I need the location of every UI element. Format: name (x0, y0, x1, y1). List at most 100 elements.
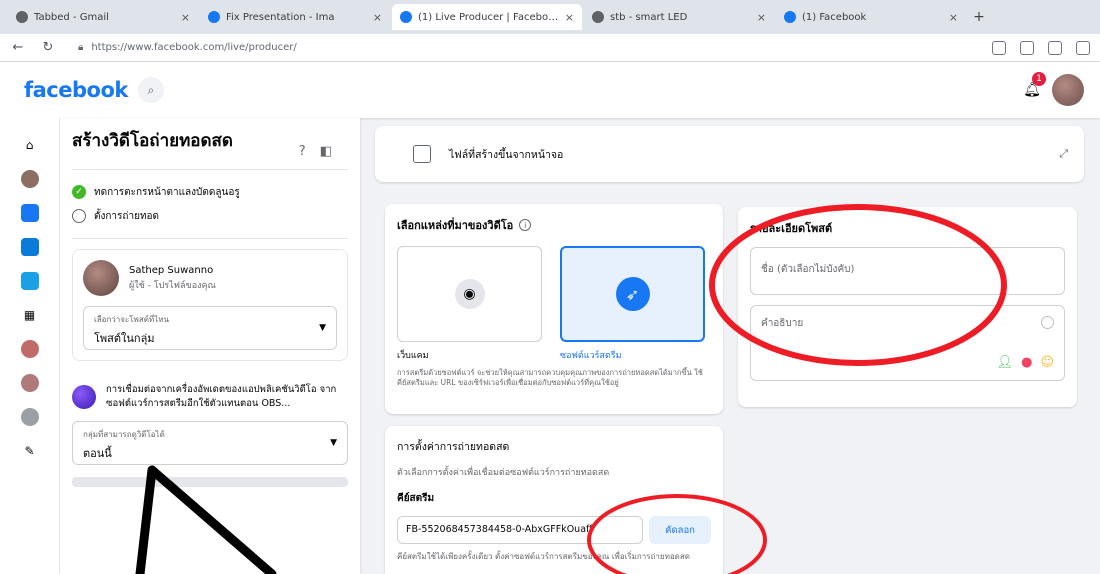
home-icon[interactable]: ⌂ (21, 136, 39, 154)
group-shortcut-icon[interactable] (20, 374, 39, 392)
shortcut-rail: ⌂ ▦ ✎ (0, 118, 60, 574)
select-value: ตอนนี้ (83, 447, 112, 460)
post-attachments: 👤︎ ● ☺ (997, 355, 1054, 370)
new-tab-button[interactable]: + (968, 9, 990, 25)
webcam-option-label: เว็บแคม (397, 351, 429, 361)
back-arrow-icon[interactable]: ← (10, 40, 26, 55)
notifications-bell-icon[interactable]: 🔔︎ 1 (1018, 72, 1046, 104)
tag-people-icon[interactable]: 👤︎ (997, 355, 1014, 370)
user-row: Sathep Suwanno ผู้ใช้ - โปรไฟล์ของคุณ (83, 260, 337, 296)
select-label: กลุ่มที่สามารถดูวิดีโอได้ (83, 430, 165, 439)
step-item-pending[interactable]: ตั้งการถ่ายทอด (72, 204, 348, 228)
copy-button[interactable]: คัดลอก (649, 516, 711, 544)
screen-icon (413, 145, 431, 163)
webcam-option[interactable]: ◉ (397, 246, 542, 342)
reload-icon[interactable]: ↻ (40, 40, 56, 55)
help-icon[interactable]: ? (299, 144, 306, 159)
audience-select[interactable]: กลุ่มที่สามารถดูวิดีโอได้ ตอนนี้ ▼ (72, 421, 348, 465)
close-tab-icon[interactable]: × (949, 11, 958, 24)
description-placeholder: คำอธิบาย (761, 318, 804, 329)
stream-setup-subtitle: ตัวเลือกการตั้งค่าเพื่อเชื่อมต่อซอฟต์แวร… (397, 468, 610, 478)
video-source-card: เลือกแหล่งที่มาของวิดีโอ i ◉ ➶ เว็บแคม ซอ… (385, 204, 723, 414)
groups-icon[interactable] (20, 238, 39, 256)
browser-tab[interactable]: Fix Presentation - Ima × (200, 4, 390, 30)
title-input[interactable]: ชื่อ (ตัวเลือกไม่บังคับ) (750, 247, 1065, 295)
info-icon[interactable]: i (519, 219, 532, 231)
user-subtitle: ผู้ใช้ - โปรไฟล์ของคุณ (129, 281, 216, 291)
post-destination-box: Sathep Suwanno ผู้ใช้ - โปรไฟล์ของคุณ เล… (72, 249, 348, 361)
tab-label: (1) Facebook (802, 11, 867, 23)
apps-grid-icon[interactable]: ▦ (21, 306, 39, 324)
step-item-complete[interactable]: ✓ ทดการตะกรหน้าตาแลงบัตดลูนอรู (72, 180, 348, 204)
video-source-options: ◉ ➶ (397, 246, 711, 342)
stream-setup-card: การตั้งค่าการถ่ายทอดสด ตัวเลือกการตั้งค่… (385, 426, 723, 574)
account-avatar[interactable] (1052, 74, 1084, 106)
group-shortcut-icon[interactable] (20, 408, 39, 426)
url-field[interactable]: 🔒︎ https://www.facebook.com/live/produce… (70, 38, 978, 58)
step-label: ทดการตะกรหน้าตาแลงบัตดลูนอรู (94, 186, 240, 198)
panel-header: สร้างวิดีโอถ่ายทอดสด ? ◧ (72, 130, 348, 159)
tab-favicon-icon (208, 11, 220, 23)
user-name: Sathep Suwanno (129, 265, 214, 276)
close-tab-icon[interactable]: × (373, 11, 382, 24)
chevron-down-icon: ▼ (319, 323, 326, 333)
group-shortcut-icon[interactable] (20, 340, 39, 358)
notification-badge: 1 (1032, 72, 1046, 86)
facebook-header: facebook ⌕ 🔔︎ 1 (0, 62, 1100, 118)
tab-favicon-icon (784, 11, 796, 23)
facebook-logo[interactable]: facebook (24, 78, 128, 102)
profile-icon[interactable] (1076, 40, 1090, 55)
browser-tab[interactable]: stb - smart LED × (584, 4, 774, 30)
feeling-icon[interactable]: ☺ (1040, 355, 1054, 370)
tab-favicon-icon (400, 11, 412, 23)
streaming-help-text: การสตรีมด้วยซอฟต์แวร์ จะช่วยให้คุณสามารถ… (397, 368, 703, 387)
close-tab-icon[interactable]: × (565, 11, 574, 24)
step-label: ตั้งการถ่ายทอด (94, 210, 160, 222)
divider (72, 477, 348, 487)
stream-source-row[interactable]: การเชื่อมต่อจากเครื่องอัพเดตของแอปพลิเคช… (72, 383, 348, 411)
lock-icon: 🔒︎ (78, 42, 84, 53)
description-input[interactable]: คำอธิบาย 👤︎ ● ☺ (750, 305, 1065, 381)
tab-label: stb - smart LED (610, 11, 688, 23)
streaming-software-option-label: ซอฟต์แวร์สตรีม (560, 351, 622, 361)
gaming-icon[interactable] (20, 272, 39, 290)
post-details-title: รายละเอียดโพสต์ (750, 222, 833, 235)
tab-label: Tabbed - Gmail (34, 11, 109, 23)
close-tab-icon[interactable]: × (181, 11, 190, 24)
card-title: เลือกแหล่งที่มาของวิดีโอ i (397, 216, 711, 234)
emoji-icon[interactable] (1041, 316, 1054, 329)
screen-info-bar: ไฟล์ที่สร้างขึ้นจากหน้าจอ ⤢ (375, 126, 1084, 182)
browser-tab[interactable]: Tabbed - Gmail × (8, 4, 198, 30)
favorites-icon[interactable] (1020, 40, 1034, 55)
url-text: https://www.facebook.com/live/producer/ (91, 42, 297, 53)
panel-header-actions: ? ◧ (299, 130, 348, 159)
collections-icon[interactable] (1048, 40, 1062, 55)
expand-icon[interactable]: ⤢ (1059, 147, 1068, 161)
extensions-icon[interactable] (992, 40, 1006, 55)
check-icon: ✓ (72, 185, 86, 199)
close-tab-icon[interactable]: × (757, 11, 766, 24)
post-where-select[interactable]: เลือกว่าจะโพสต์ที่ไหน โพสต์ในกลุ่ม ▼ (83, 306, 337, 350)
camera-icon: ◉ (454, 279, 485, 309)
browser-tab-active[interactable]: (1) Live Producer | Facebook × (392, 4, 582, 30)
stream-key-footnote: คีย์สตรีมใช้ได้เพียงครั้งเดียว ตั้งค่าซอ… (397, 552, 690, 561)
edit-icon[interactable]: ✎ (21, 442, 39, 460)
location-pin-icon[interactable]: ● (1021, 355, 1032, 370)
stream-key-field[interactable]: FB-552068457384458-0-AbxGFFkOuaff (397, 516, 643, 544)
screen-info-text: ไฟล์ที่สร้างขึ้นจากหน้าจอ (449, 148, 564, 161)
browser-tab[interactable]: (1) Facebook × (776, 4, 966, 30)
browser-tab-strip: Tabbed - Gmail × Fix Presentation - Ima × … (0, 0, 1100, 34)
profile-shortcut-icon[interactable] (20, 170, 39, 188)
streaming-software-option[interactable]: ➶ (560, 246, 705, 342)
chevron-down-icon: ▼ (330, 438, 337, 448)
pages-icon[interactable] (20, 204, 39, 222)
tab-favicon-icon (592, 11, 604, 23)
search-icon[interactable]: ⌕ (137, 77, 164, 103)
sidebar-toggle-icon[interactable]: ◧ (320, 144, 332, 159)
header-actions: 🔔︎ 1 (1018, 72, 1084, 106)
page-title: สร้างวิดีโอถ่ายทอดสด (72, 131, 233, 151)
tab-label: Fix Presentation - Ima (226, 11, 335, 23)
stream-key-label: คีย์สตรีม (397, 493, 435, 504)
stream-setup-title: การตั้งค่าการถ่ายทอดสด (397, 441, 510, 453)
tab-label: (1) Live Producer | Facebook (418, 11, 559, 23)
